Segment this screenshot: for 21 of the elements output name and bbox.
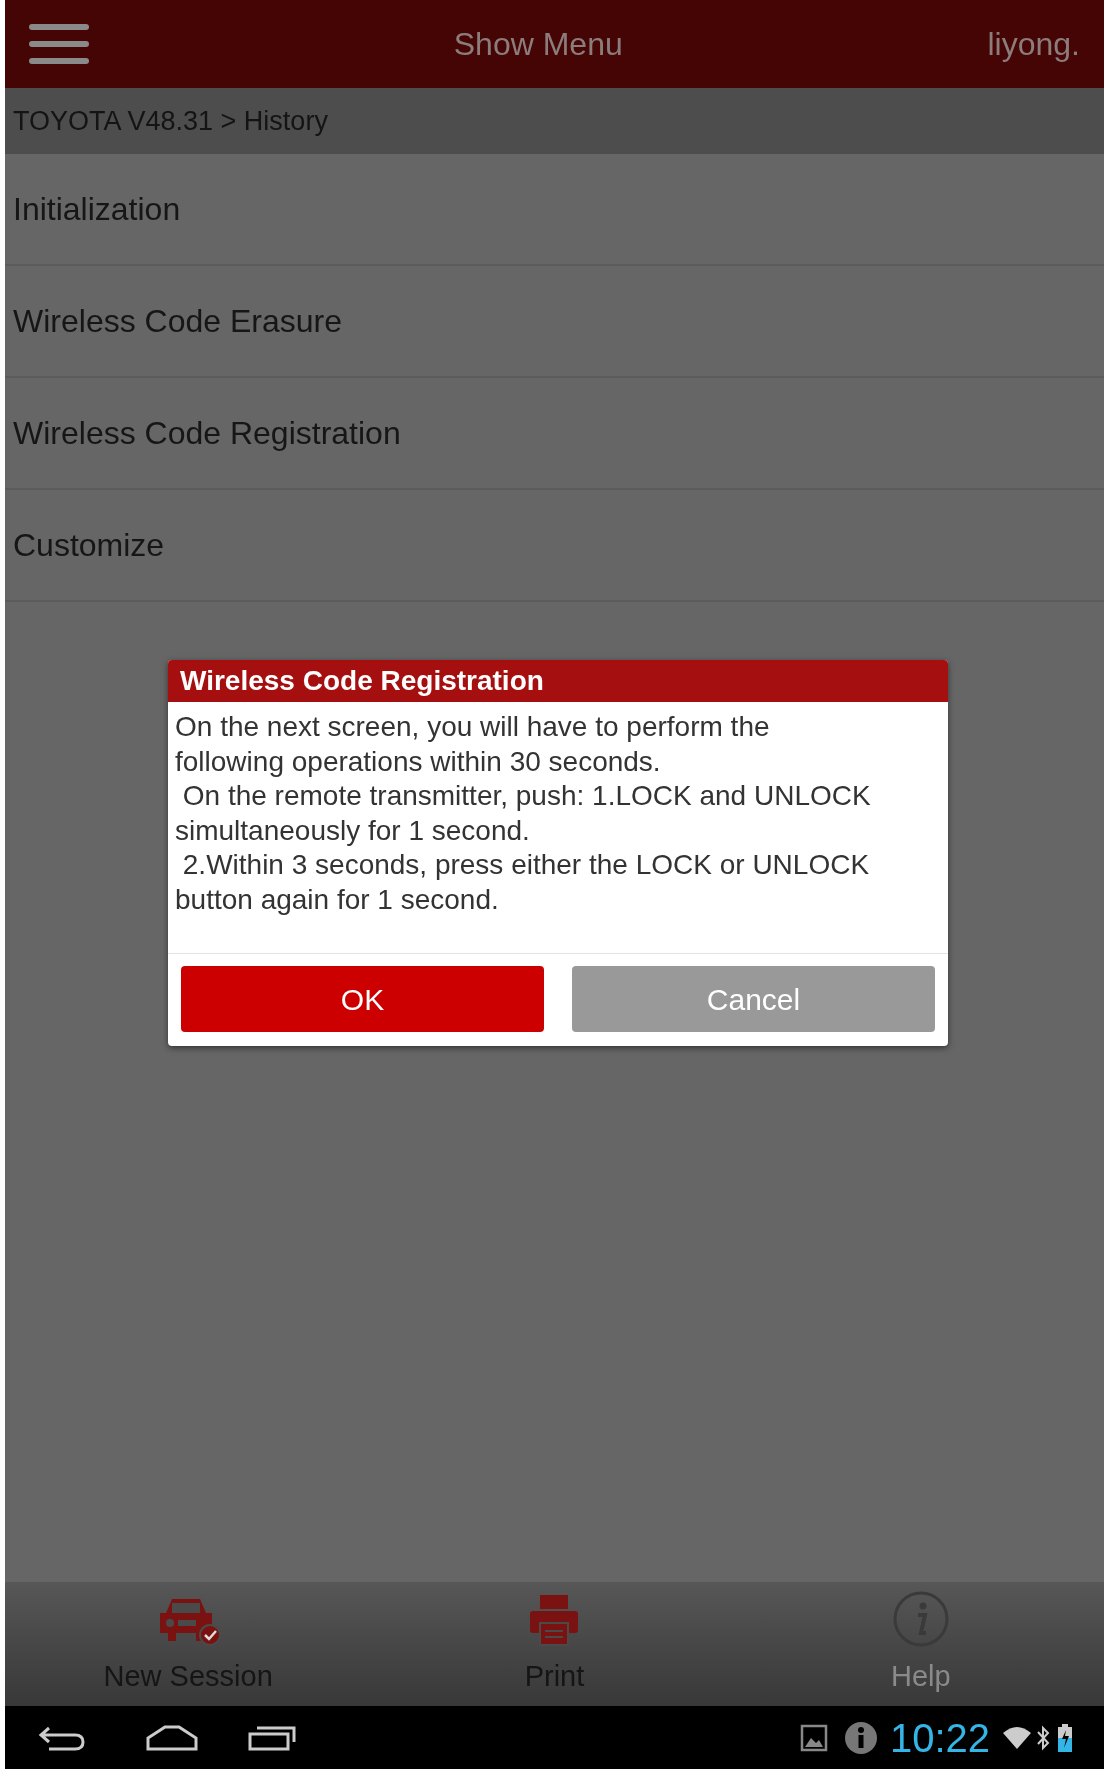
ok-button[interactable]: OK (181, 966, 544, 1032)
menu-item[interactable]: Wireless Code Erasure (5, 266, 1104, 378)
info-icon (892, 1590, 949, 1647)
dialog-message: On the next screen, you will have to perform the following operations within 30 seconds. On the remote transmitter, push: 1.LOCK and UNLOCK simultaneously for 1 second. 2.Within 3 seconds, press either the LOCK or UNLOCK button again for 1 second. (174, 710, 872, 917)
dialog-title: Wireless Code Registration (180, 664, 544, 698)
menu-title[interactable]: Show Menu (453, 20, 623, 68)
battery-icon (1058, 1723, 1072, 1752)
wifi-icon (1002, 1724, 1032, 1751)
menu-item[interactable]: Customize (5, 490, 1104, 602)
menu-item[interactable]: Wireless Code Registration (5, 378, 1104, 490)
image-icon (799, 1723, 828, 1752)
breadcrumb: TOYOTA V48.31 > History (13, 104, 328, 138)
printer-icon (528, 1592, 581, 1647)
home-icon[interactable] (145, 1723, 199, 1752)
cancel-button[interactable]: Cancel (572, 966, 935, 1032)
menu-icon[interactable] (29, 22, 89, 66)
user-name: liyong. (987, 25, 1080, 64)
bluetooth-icon (1036, 1724, 1050, 1751)
clock-time: 10:22 (889, 1714, 990, 1762)
info-icon (843, 1720, 878, 1755)
menu-item[interactable]: Initialization (5, 154, 1104, 266)
